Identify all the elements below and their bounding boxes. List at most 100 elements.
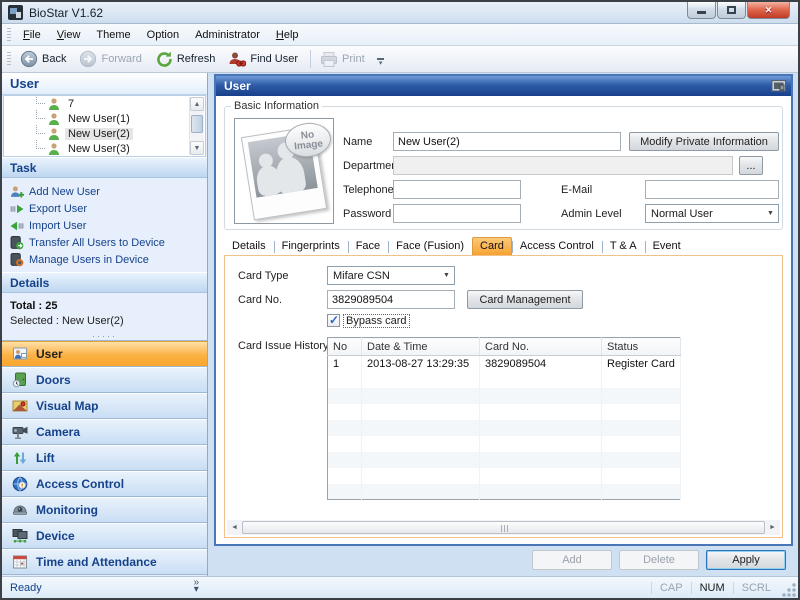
col-status[interactable]: Status: [601, 337, 681, 356]
tree-scrollbar[interactable]: ▲ ▼: [189, 97, 204, 155]
telephone-label: Telephone: [343, 184, 394, 196]
task-header: Task: [2, 157, 207, 178]
chevron-down-icon: ▼: [443, 272, 450, 279]
menu-view[interactable]: View: [49, 26, 89, 44]
maximize-button[interactable]: [717, 2, 746, 19]
monitoring-icon: [13, 505, 27, 515]
nav-camera[interactable]: Camera: [2, 419, 207, 445]
tab-event[interactable]: Event: [644, 237, 689, 255]
details-header: Details: [2, 272, 207, 293]
scroll-thumb[interactable]: [242, 521, 765, 534]
horizontal-scrollbar[interactable]: ◄ ►: [227, 520, 780, 535]
col-card-no[interactable]: Card No.: [479, 337, 602, 356]
col-date-time[interactable]: Date & Time: [361, 337, 480, 356]
minimize-button[interactable]: [687, 2, 716, 19]
transfer-device-icon: [10, 235, 24, 249]
tab-t-and-a[interactable]: T & A: [601, 237, 645, 255]
apply-button[interactable]: Apply: [706, 550, 786, 570]
nav-doors[interactable]: Doors: [2, 367, 207, 393]
main-area: User Basic Information No Image Name New…: [208, 73, 798, 576]
total-count: Total : 25: [10, 300, 58, 312]
menu-bar: File View Theme Option Administrator Hel…: [2, 24, 798, 46]
tree-item-new-user-1[interactable]: New User(1): [4, 110, 205, 126]
user-icon: [49, 112, 59, 125]
menu-help[interactable]: Help: [268, 26, 307, 44]
bypass-card-checkbox[interactable]: Bypass card: [327, 313, 410, 328]
toolbar-separator: [310, 50, 312, 68]
tree-item-new-user-2[interactable]: New User(2): [4, 125, 205, 141]
card-type-select[interactable]: Mifare CSN ▼: [327, 266, 455, 285]
print-button[interactable]: Print: [315, 48, 373, 71]
close-button[interactable]: ✕: [747, 2, 790, 19]
scroll-left-icon[interactable]: ◄: [227, 520, 242, 535]
tree-item-new-user-3[interactable]: New User(3): [4, 140, 205, 156]
manage-device-icon: [10, 252, 24, 266]
password-input[interactable]: [393, 204, 521, 223]
nav-monitoring[interactable]: Monitoring: [2, 497, 207, 523]
department-label: Department: [343, 160, 401, 172]
tab-face[interactable]: Face: [347, 237, 388, 255]
tab-face-fusion[interactable]: Face (Fusion): [388, 237, 472, 255]
nav-device[interactable]: Device: [2, 523, 207, 549]
scroll-thumb[interactable]: [191, 115, 203, 133]
menu-option[interactable]: Option: [139, 26, 187, 44]
task-export-user[interactable]: Export User: [10, 200, 207, 217]
col-no[interactable]: No: [327, 337, 362, 356]
card-no-input[interactable]: [327, 290, 455, 309]
tab-fingerprints[interactable]: Fingerprints: [273, 237, 348, 255]
tab-card[interactable]: Card: [472, 237, 512, 255]
nav-access-control[interactable]: Access Control: [2, 471, 207, 497]
tree-item-7[interactable]: 7: [4, 96, 205, 111]
email-input[interactable]: [645, 180, 779, 199]
toolbar-overflow-button[interactable]: ▾: [375, 58, 387, 67]
name-input[interactable]: [393, 132, 621, 151]
resize-grip[interactable]: [781, 581, 797, 598]
nav-footer: » ▾: [2, 575, 207, 595]
device-icon: [12, 529, 28, 543]
tab-access-control[interactable]: Access Control: [511, 237, 602, 255]
print-icon: [321, 51, 338, 67]
toolbar-grip: [7, 52, 11, 66]
table-row[interactable]: 1 2013-08-27 13:29:35 3829089504 Registe…: [327, 355, 681, 372]
refresh-button[interactable]: Refresh: [150, 47, 224, 71]
tab-details[interactable]: Details: [224, 237, 274, 255]
chevron-down-icon: ▼: [767, 210, 774, 217]
menu-file[interactable]: File: [15, 26, 49, 44]
forward-button[interactable]: Forward: [74, 47, 149, 71]
scroll-up-icon[interactable]: ▲: [190, 97, 204, 111]
admin-level-select[interactable]: Normal User ▼: [645, 204, 779, 223]
department-browse-button[interactable]: ...: [739, 156, 763, 175]
task-import-user[interactable]: Import User: [10, 217, 207, 234]
back-button[interactable]: Back: [15, 47, 74, 71]
card-management-button[interactable]: Card Management: [467, 290, 583, 309]
task-list: Add New User Export User Import User Tra…: [2, 178, 207, 272]
telephone-input[interactable]: [393, 180, 521, 199]
task-manage-users[interactable]: Manage Users in Device: [10, 251, 207, 268]
nav-visual-map[interactable]: Visual Map: [2, 393, 207, 419]
nav-time-attendance[interactable]: Time and Attendance: [2, 549, 207, 575]
add-button[interactable]: Add: [532, 550, 612, 570]
nav-user[interactable]: User: [2, 341, 207, 367]
basic-information-group: Basic Information No Image Name New User…: [224, 100, 783, 230]
caps-lock-indicator: CAP: [650, 581, 691, 594]
find-user-button[interactable]: Find User: [223, 48, 306, 71]
nav-lift[interactable]: Lift: [2, 445, 207, 471]
menu-theme[interactable]: Theme: [88, 26, 138, 44]
checkbox-check-icon[interactable]: [327, 313, 340, 327]
user-icon: [49, 127, 59, 140]
sidebar-splitter[interactable]: ·····: [2, 331, 207, 341]
window-title: BioStar V1.62: [29, 5, 104, 20]
task-add-new-user[interactable]: Add New User: [10, 183, 207, 200]
scroll-right-icon[interactable]: ►: [765, 520, 780, 535]
panel-body: Basic Information No Image Name New User…: [216, 96, 791, 544]
delete-button[interactable]: Delete: [619, 550, 699, 570]
panel-window-icon[interactable]: [771, 79, 787, 93]
task-transfer-users[interactable]: Transfer All Users to Device: [10, 234, 207, 251]
nav-overflow-button[interactable]: » ▾: [193, 578, 199, 595]
title-bar: BioStar V1.62 ✕: [2, 2, 798, 24]
toolbar: Back Forward Refresh Find User Print ▾: [2, 46, 798, 73]
back-icon: [20, 50, 38, 68]
menu-administrator[interactable]: Administrator: [187, 26, 268, 44]
scroll-down-icon[interactable]: ▼: [190, 141, 204, 155]
modify-private-information-button[interactable]: Modify Private Information: [629, 132, 779, 151]
